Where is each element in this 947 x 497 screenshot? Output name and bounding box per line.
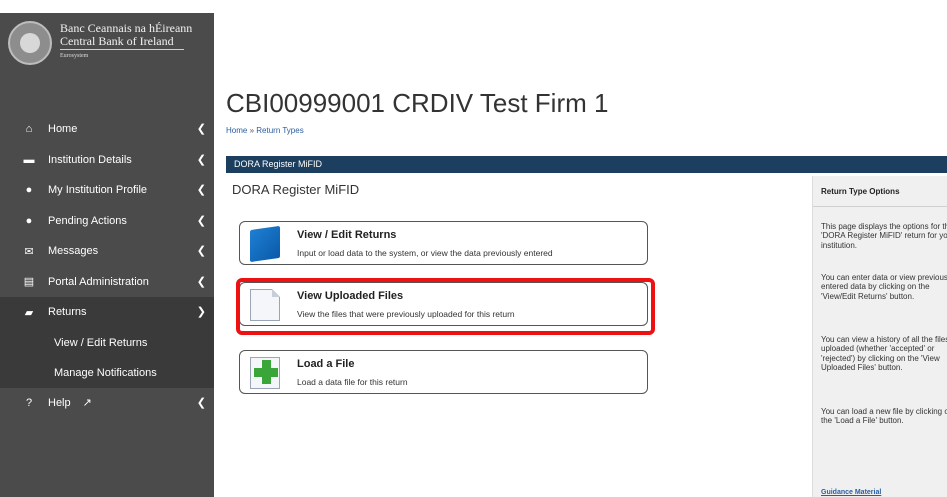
action-title: View / Edit Returns	[297, 229, 397, 241]
chevron-left-icon: ❮	[196, 214, 206, 227]
chevron-down-icon: ❯	[196, 306, 206, 318]
load-a-file-button[interactable]: Load a File Load a data file for this re…	[239, 350, 648, 394]
sidebar-subitem-view-edit-returns[interactable]: View / Edit Returns	[0, 327, 214, 358]
envelope-icon: ✉	[24, 245, 34, 258]
chevron-left-icon: ❮	[196, 245, 206, 257]
panel-paragraph: You can enter data or view previously en…	[821, 273, 947, 301]
section-title: DORA Register MiFID	[232, 182, 360, 197]
return-type-bar-label: DORA Register MiFID	[234, 159, 323, 169]
central-bank-logo[interactable]: Banc Ceannais na hÉireann Central Bank o…	[8, 17, 208, 77]
chevron-left-icon: ❮	[196, 275, 206, 288]
sidebar-item-messages[interactable]: ✉ Messages ❮	[0, 236, 214, 267]
breadcrumb-home-link[interactable]: Home	[226, 126, 247, 135]
question-icon: ?	[25, 396, 33, 409]
sidebar-item-help[interactable]: ? Help ↗ ❮	[0, 388, 214, 419]
breadcrumb-separator: »	[249, 126, 255, 135]
briefcase-icon: ▬	[23, 153, 35, 166]
folder-icon	[250, 225, 280, 263]
sidebar-item-returns[interactable]: ▰ Returns ❯	[0, 297, 214, 328]
panel-paragraph: You can view a history of all the files …	[821, 335, 947, 373]
view-edit-returns-button[interactable]: View / Edit Returns Input or load data t…	[239, 221, 648, 265]
sidebar-subitem-manage-notifications[interactable]: Manage Notifications	[0, 357, 214, 388]
logo-english-name: Central Bank of Ireland	[60, 34, 174, 48]
panel-divider	[813, 206, 947, 207]
sidebar-item-label: Pending Actions	[48, 214, 127, 227]
sidebar-item-label: Home	[48, 123, 78, 136]
chevron-left-icon: ❮	[196, 396, 206, 409]
panel-paragraph: You can load a new file by clicking on t…	[821, 407, 947, 426]
sidebar-item-label: My Institution Profile	[48, 184, 148, 197]
sidebar-item-my-institution-profile[interactable]: ● My Institution Profile ❮	[0, 175, 214, 206]
highlight-box	[236, 278, 655, 335]
sidebar-item-pending-actions[interactable]: ● Pending Actions ❮	[0, 206, 214, 237]
action-description: Input or load data to the system, or vie…	[297, 248, 553, 258]
chevron-left-icon: ❮	[196, 123, 206, 135]
return-type-options-panel: Return Type Options This page displays t…	[812, 176, 947, 497]
breadcrumb-current[interactable]: Return Types	[256, 126, 303, 135]
action-title: Load a File	[297, 358, 355, 370]
harp-crest-icon	[8, 21, 52, 65]
alert-icon: ●	[25, 214, 33, 227]
sidebar-item-institution-details[interactable]: ▬ Institution Details ❮	[0, 145, 214, 176]
user-icon: ●	[25, 184, 33, 197]
logo-divider	[60, 49, 184, 50]
panel-paragraph: This page displays the options for the '…	[821, 222, 947, 250]
chevron-left-icon: ❮	[196, 153, 206, 166]
page-title: CBI00999001 CRDIV Test Firm 1	[226, 88, 609, 118]
home-icon: ⌂	[25, 123, 33, 136]
panel-heading: Return Type Options	[821, 187, 900, 196]
sidebar-item-label: Institution Details	[48, 153, 132, 166]
logo-eurosystem: Eurosystem	[60, 53, 89, 59]
sidebar: Banc Ceannais na hÉireann Central Bank o…	[0, 13, 214, 497]
sidebar-item-portal-administration[interactable]: ▤ Portal Administration ❮	[0, 267, 214, 298]
sidebar-item-home[interactable]: ⌂ Home ❮	[0, 114, 214, 145]
list-icon: ▤	[23, 276, 35, 289]
action-description: Load a data file for this return	[297, 377, 408, 387]
guidance-material-link[interactable]: Guidance Material	[821, 489, 881, 496]
sidebar-nav: ⌂ Home ❮ ▬ Institution Details ❮ ● My In…	[0, 114, 214, 418]
folder-open-icon: ▰	[24, 306, 34, 319]
sidebar-item-label: Returns	[48, 306, 87, 319]
sidebar-item-label: Help	[48, 396, 71, 409]
sidebar-item-label: Messages	[48, 245, 99, 258]
add-file-icon	[250, 357, 280, 389]
external-link-icon: ↗	[82, 397, 92, 410]
chevron-left-icon: ❮	[196, 184, 206, 196]
plus-icon-bar	[254, 368, 278, 377]
sidebar-item-label: Portal Administration	[48, 275, 149, 288]
breadcrumb: Home » Return Types	[226, 126, 304, 135]
return-type-bar: DORA Register MiFID	[226, 156, 947, 173]
